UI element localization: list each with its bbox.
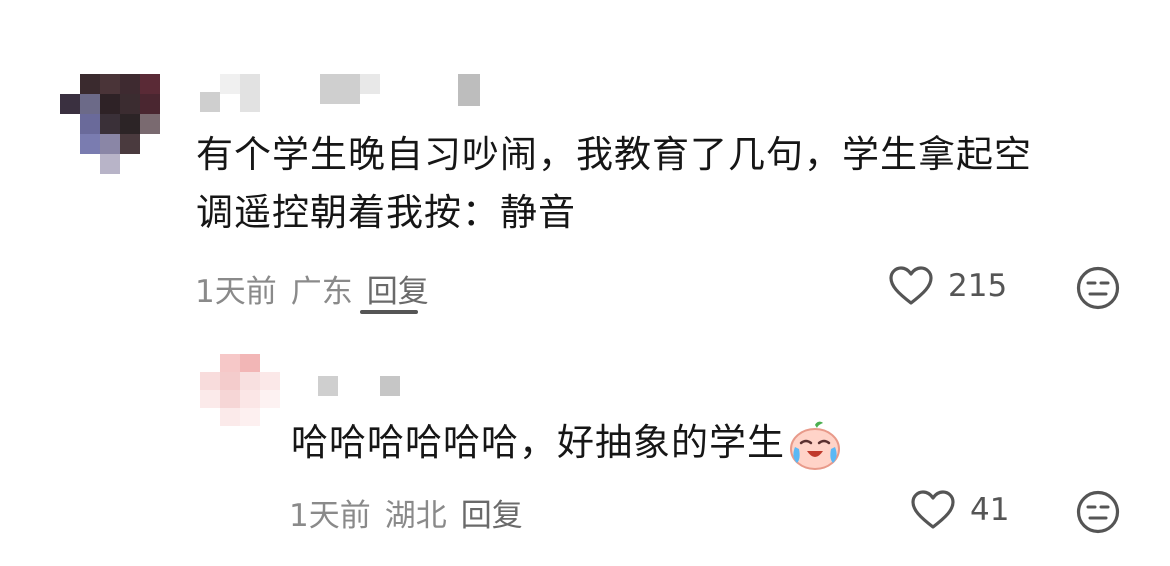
commenter-avatar-blurred[interactable] — [60, 74, 160, 174]
reply-location: 湖北 — [384, 498, 447, 534]
meh-face-icon[interactable] — [1076, 490, 1120, 534]
commenter-name-blurred[interactable] — [200, 74, 500, 114]
comment-text-line-2: 调遥控朝着我按：静音 — [196, 191, 576, 234]
reply-meta: 1天前 湖北 回复 — [289, 490, 537, 535]
crying-laughing-emoji — [787, 419, 843, 471]
like-button[interactable]: 215 — [888, 266, 1007, 306]
heart-outline-icon[interactable] — [910, 490, 956, 530]
reply-time: 1天前 — [289, 498, 371, 534]
comment-time: 1天前 — [195, 274, 277, 310]
comment-text: 有个学生晚自习吵闹，我教育了几句，学生拿起空 调遥控朝着我按：静音 — [196, 126, 1136, 242]
reply-text: 哈哈哈哈哈哈，好抽象的学生 — [291, 414, 843, 472]
reply-button[interactable]: 回复 — [367, 274, 429, 310]
reply-like-count: 41 — [970, 492, 1010, 528]
reply-reply-button[interactable]: 回复 — [461, 498, 523, 534]
comment-text-line-1: 有个学生晚自习吵闹，我教育了几句，学生拿起空 — [196, 133, 1032, 176]
reply-text-content: 哈哈哈哈哈哈，好抽象的学生 — [291, 421, 785, 464]
like-count: 215 — [948, 268, 1008, 304]
comment-meta: 1天前 广东 回复 — [195, 266, 443, 311]
comment-location: 广东 — [290, 274, 353, 310]
replier-name-blurred[interactable] — [318, 376, 408, 396]
replier-avatar-blurred[interactable] — [200, 354, 280, 426]
heart-outline-icon[interactable] — [888, 266, 934, 306]
reply-like-button[interactable]: 41 — [910, 490, 1009, 530]
reply-underline — [360, 310, 418, 314]
meh-face-icon[interactable] — [1076, 266, 1120, 310]
